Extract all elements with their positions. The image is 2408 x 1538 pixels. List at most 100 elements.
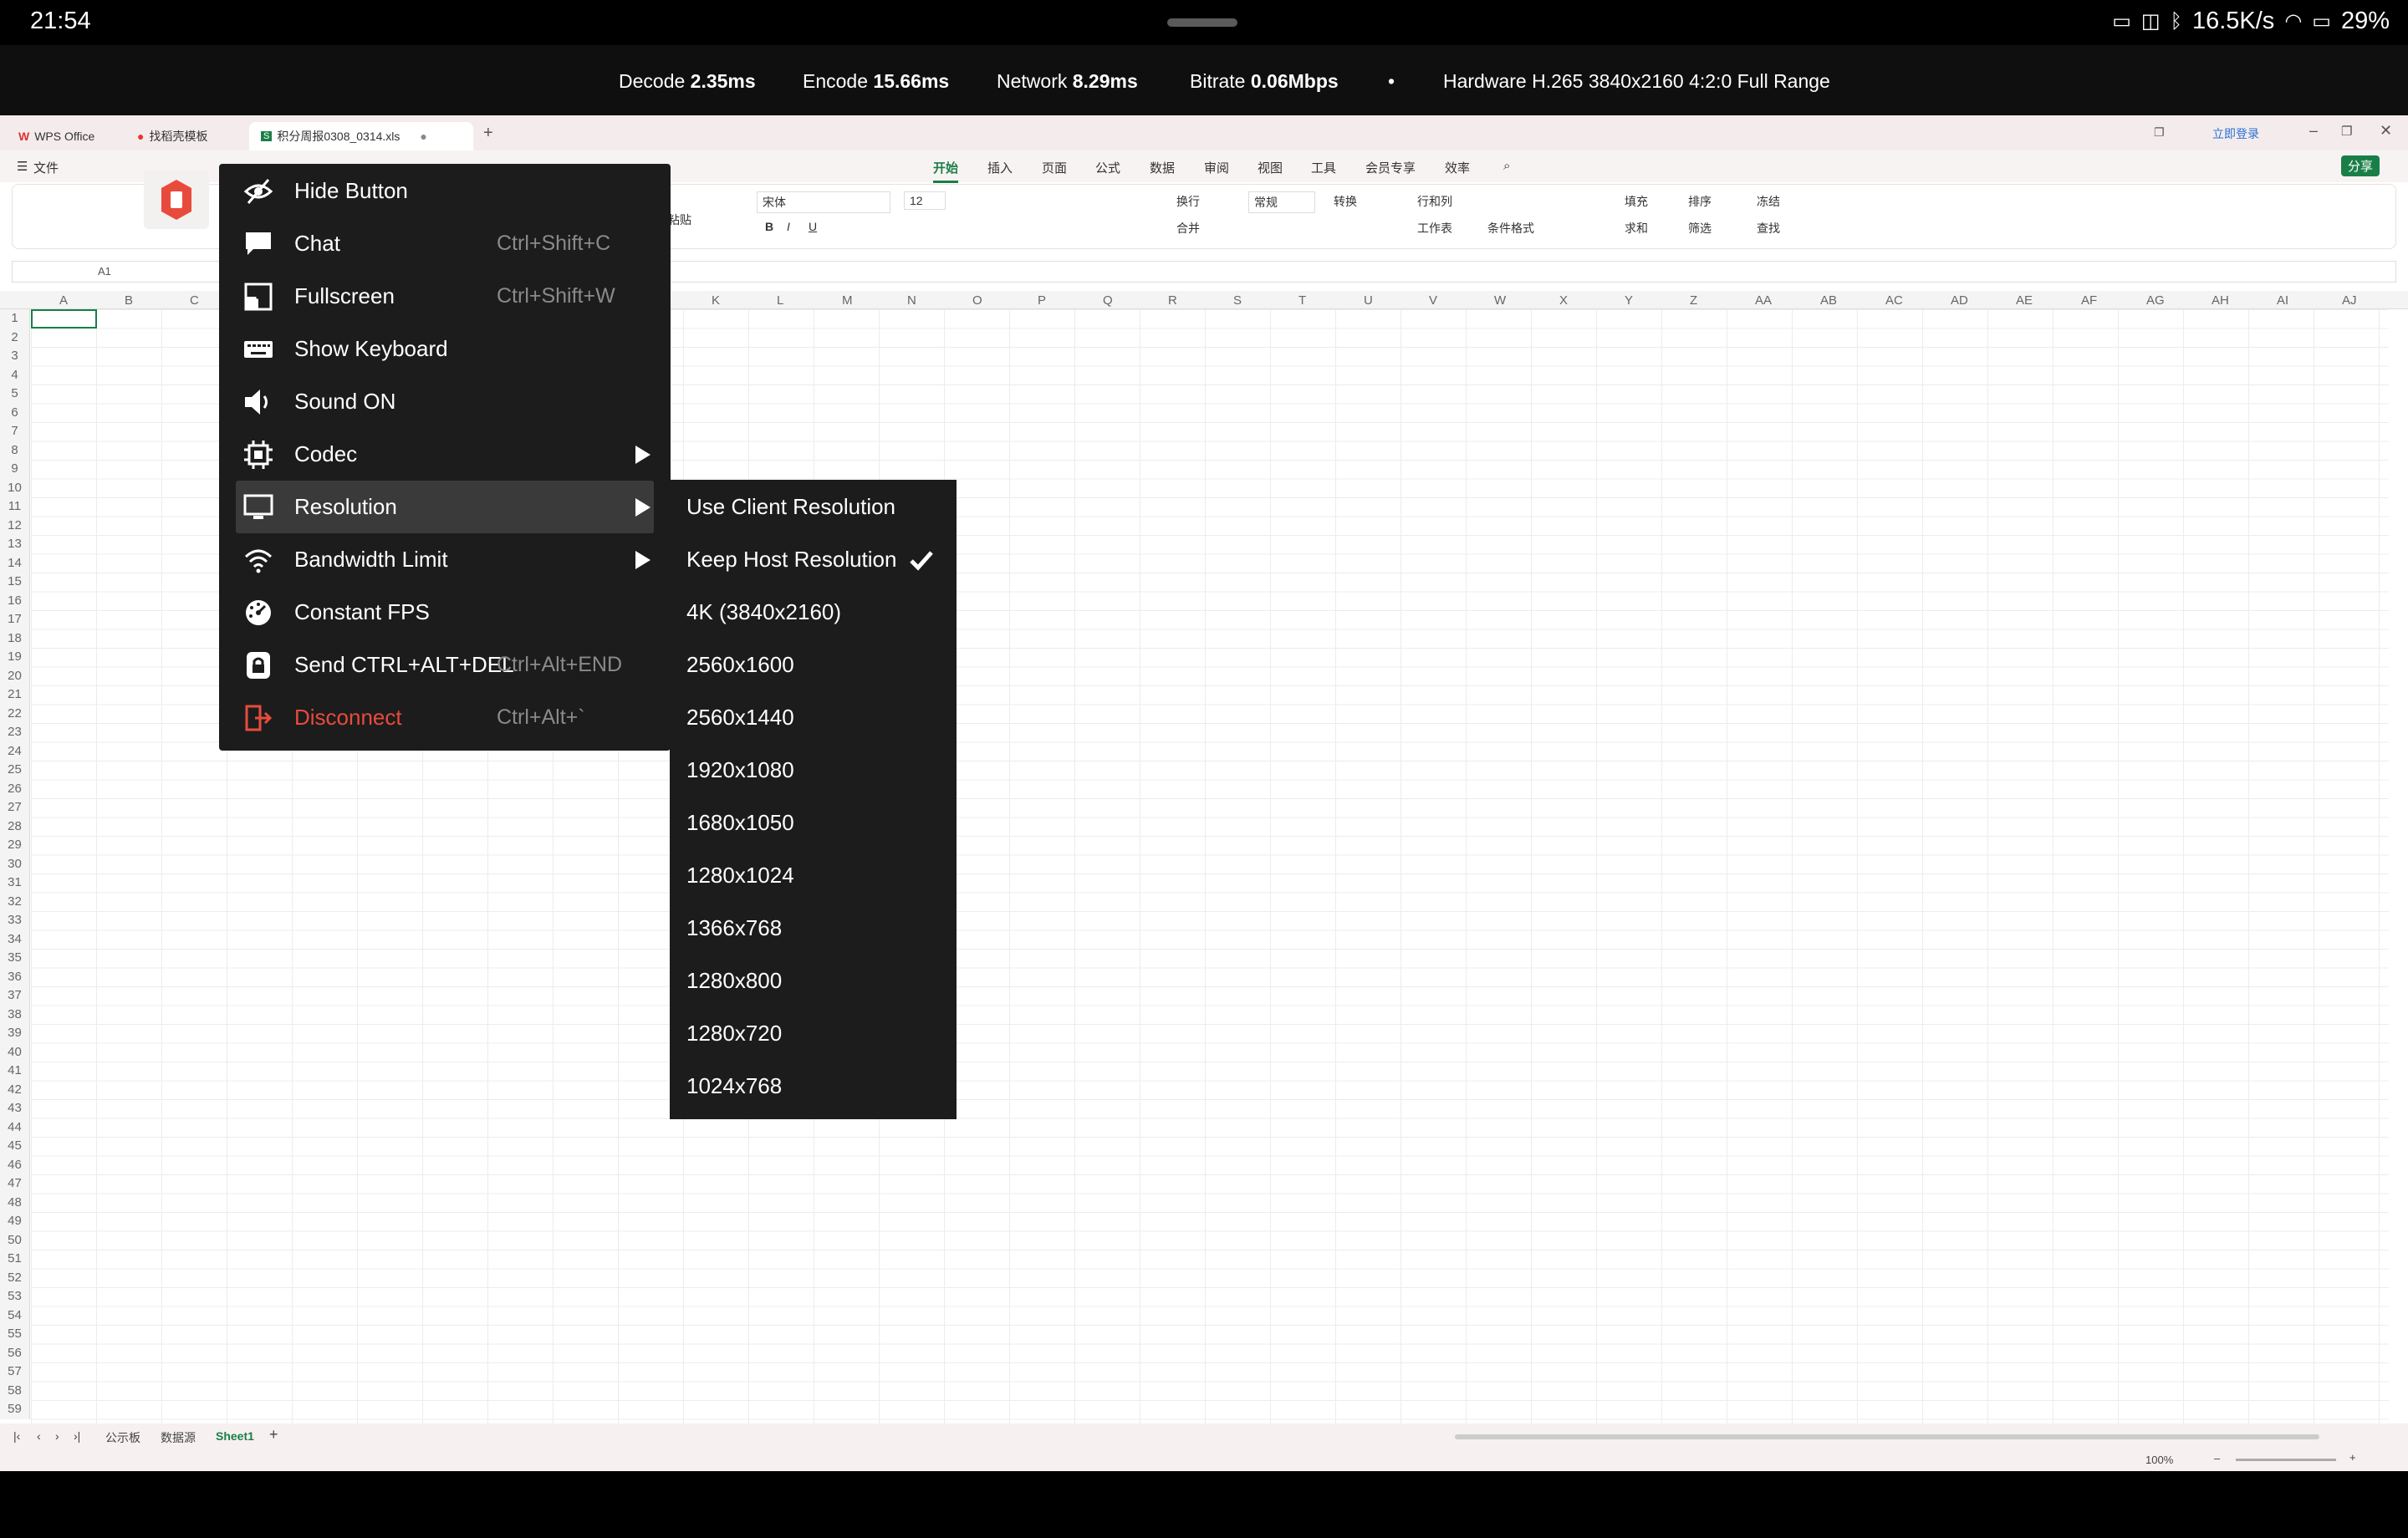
- row-header[interactable]: 31: [0, 873, 29, 893]
- share-button[interactable]: 分享: [2341, 155, 2380, 176]
- ribbon-tab-member[interactable]: 会员专享: [1365, 159, 1416, 176]
- sum-button[interactable]: 求和: [1625, 220, 1648, 237]
- italic-button[interactable]: I: [787, 220, 790, 233]
- row-header[interactable]: 51: [0, 1250, 29, 1269]
- paste-button[interactable]: 粘贴: [668, 211, 691, 228]
- floating-app-button[interactable]: [144, 171, 209, 229]
- row-header[interactable]: 20: [0, 667, 29, 686]
- worksheet-button[interactable]: 工作表: [1417, 220, 1452, 237]
- menu-item-constant-fps[interactable]: Constant FPS: [236, 586, 654, 639]
- sheet-nav-last-icon[interactable]: ›|: [74, 1429, 80, 1443]
- file-menu[interactable]: 文件: [33, 159, 59, 176]
- row-header[interactable]: 16: [0, 592, 29, 611]
- rowcol-button[interactable]: 行和列: [1417, 193, 1452, 210]
- column-header[interactable]: S: [1233, 293, 1242, 308]
- ribbon-tab-efficiency[interactable]: 效率: [1445, 159, 1470, 176]
- search-icon[interactable]: ⌕: [1503, 159, 1510, 173]
- sheet-tab-sheet1[interactable]: Sheet1: [216, 1429, 254, 1443]
- resolution-option[interactable]: 4K (3840x2160): [686, 586, 946, 639]
- ribbon-tab-review[interactable]: 审阅: [1204, 159, 1229, 176]
- restore-icon[interactable]: ❐: [2341, 124, 2352, 139]
- row-header[interactable]: 46: [0, 1156, 29, 1175]
- drag-handle[interactable]: [1167, 18, 1237, 27]
- row-header[interactable]: 30: [0, 855, 29, 874]
- column-header[interactable]: AH: [2212, 293, 2229, 308]
- resolution-option[interactable]: 1920x1080: [686, 744, 946, 797]
- close-window-icon[interactable]: ✕: [2380, 122, 2392, 140]
- menu-item-show-keyboard[interactable]: Show Keyboard: [236, 323, 654, 375]
- row-header[interactable]: 7: [0, 422, 29, 441]
- resolution-option[interactable]: 1280x720: [686, 1007, 946, 1060]
- freeze-button[interactable]: 冻结: [1757, 193, 1780, 210]
- row-header[interactable]: 43: [0, 1099, 29, 1118]
- menu-icon[interactable]: ☰: [17, 159, 28, 174]
- row-header[interactable]: 9: [0, 460, 29, 479]
- row-header[interactable]: 3: [0, 347, 29, 366]
- row-header[interactable]: 13: [0, 535, 29, 554]
- menu-item-sound[interactable]: Sound ON: [236, 375, 654, 428]
- column-header[interactable]: AA: [1755, 293, 1772, 308]
- zoom-slider[interactable]: [2236, 1459, 2336, 1461]
- row-header[interactable]: 27: [0, 798, 29, 817]
- row-header[interactable]: 14: [0, 554, 29, 573]
- menu-item-codec[interactable]: Codec: [236, 428, 654, 481]
- row-header[interactable]: 33: [0, 911, 29, 930]
- wrap-button[interactable]: 换行: [1176, 193, 1200, 210]
- sheet-tab-datasource[interactable]: 数据源: [161, 1429, 196, 1446]
- column-header[interactable]: T: [1298, 293, 1306, 308]
- ribbon-tab-home[interactable]: 开始: [933, 159, 959, 183]
- row-header[interactable]: 41: [0, 1062, 29, 1081]
- row-header[interactable]: 17: [0, 610, 29, 629]
- column-header[interactable]: M: [842, 293, 853, 308]
- underline-button[interactable]: U: [809, 220, 817, 233]
- row-header[interactable]: 44: [0, 1118, 29, 1138]
- resolution-option[interactable]: 1280x1024: [686, 849, 946, 902]
- column-header[interactable]: N: [907, 293, 916, 308]
- row-header[interactable]: 32: [0, 893, 29, 912]
- row-header[interactable]: 24: [0, 742, 29, 761]
- row-header[interactable]: 28: [0, 817, 29, 837]
- row-header[interactable]: 6: [0, 404, 29, 423]
- row-header[interactable]: 4: [0, 366, 29, 385]
- column-header[interactable]: AG: [2146, 293, 2165, 308]
- column-header[interactable]: AF: [2081, 293, 2097, 308]
- menu-item-send-ctrl-alt-del[interactable]: Send CTRL+ALT+DEL Ctrl+Alt+END: [236, 639, 654, 691]
- merge-button[interactable]: 合并: [1176, 220, 1200, 237]
- row-header[interactable]: 8: [0, 441, 29, 461]
- zoom-level[interactable]: 100%: [2145, 1454, 2173, 1466]
- column-header[interactable]: O: [972, 293, 982, 308]
- ribbon-tab-page[interactable]: 页面: [1042, 159, 1067, 176]
- login-link[interactable]: 立即登录: [2212, 125, 2259, 142]
- row-header[interactable]: 54: [0, 1306, 29, 1326]
- resolution-option[interactable]: 1680x1050: [686, 797, 946, 849]
- column-header[interactable]: V: [1429, 293, 1437, 308]
- sheet-tab-bulletin[interactable]: 公示板: [105, 1429, 140, 1446]
- ribbon-tab-insert[interactable]: 插入: [987, 159, 1013, 176]
- menu-item-fullscreen[interactable]: Fullscreen Ctrl+Shift+W: [236, 270, 654, 323]
- row-header[interactable]: 5: [0, 384, 29, 404]
- column-header[interactable]: AJ: [2342, 293, 2357, 308]
- ribbon-tab-view[interactable]: 视图: [1258, 159, 1283, 176]
- font-select[interactable]: 宋体: [757, 191, 890, 213]
- find-button[interactable]: 查找: [1757, 220, 1780, 237]
- cond-format-button[interactable]: 条件格式: [1487, 220, 1534, 237]
- row-header[interactable]: 1: [0, 309, 29, 328]
- bold-button[interactable]: B: [765, 220, 773, 233]
- name-box[interactable]: A1: [98, 265, 111, 278]
- add-sheet-icon[interactable]: +: [269, 1426, 278, 1444]
- window-icon[interactable]: ❐: [2154, 125, 2165, 140]
- menu-item-resolution[interactable]: Resolution: [236, 481, 654, 533]
- column-header[interactable]: Q: [1103, 293, 1113, 308]
- column-header[interactable]: U: [1364, 293, 1373, 308]
- column-header[interactable]: W: [1494, 293, 1506, 308]
- minimize-icon[interactable]: –: [2309, 122, 2318, 140]
- row-header[interactable]: 12: [0, 517, 29, 536]
- column-header[interactable]: AD: [1951, 293, 1968, 308]
- number-format-select[interactable]: 常规: [1248, 191, 1315, 213]
- column-header[interactable]: B: [125, 293, 133, 308]
- tab-spreadsheet[interactable]: S 积分周报0308_0314.xls ●: [249, 122, 473, 150]
- column-header[interactable]: X: [1559, 293, 1568, 308]
- row-header[interactable]: 34: [0, 930, 29, 950]
- resolution-option[interactable]: 1280x800: [686, 955, 946, 1007]
- horizontal-scrollbar[interactable]: [1455, 1434, 2319, 1439]
